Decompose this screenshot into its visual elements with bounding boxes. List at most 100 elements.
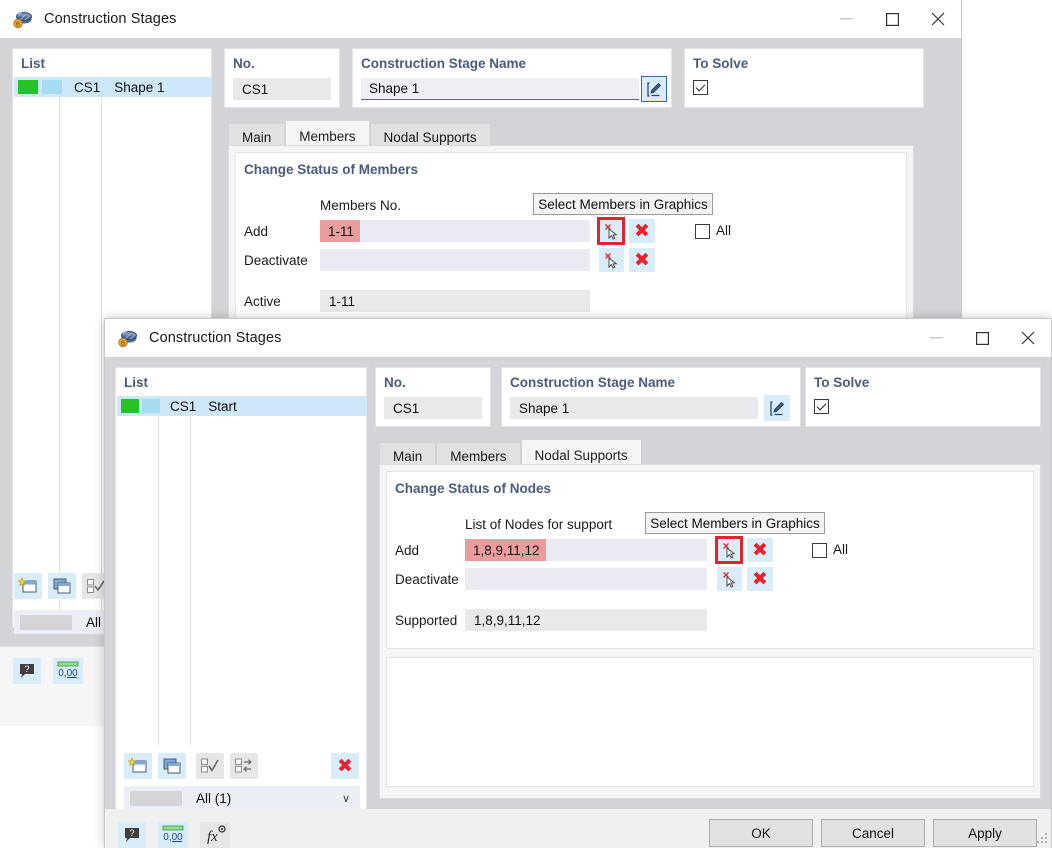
- back-section-title: Change Status of Members: [244, 162, 419, 177]
- front-result-field: 1,8,9,11,12: [465, 609, 707, 631]
- back-window-titlebar[interactable]: 6 Construction Stages: [0, 0, 961, 38]
- front-to-solve-label: To Solve: [814, 375, 870, 390]
- front-add-pick-button[interactable]: [715, 536, 743, 564]
- back-add-label: Add: [244, 224, 269, 239]
- back-result-field: 1-11: [320, 290, 590, 312]
- back-maximize-button[interactable]: [869, 1, 915, 38]
- front-minimize-button[interactable]: [913, 320, 959, 357]
- front-help-button[interactable]: ?: [118, 822, 146, 848]
- front-add-input[interactable]: 1,8,9,11,12: [465, 539, 707, 561]
- back-column-header: Members No.: [320, 198, 402, 213]
- front-no-label: No.: [384, 375, 406, 390]
- front-invert-selection-button[interactable]: [230, 753, 258, 779]
- front-maximize-button[interactable]: [959, 320, 1005, 357]
- back-add-pick-button[interactable]: [597, 217, 625, 245]
- back-to-solve-label: To Solve: [693, 56, 749, 71]
- row-color-swatch-green: [121, 399, 139, 413]
- back-add-value: 1-11: [320, 220, 361, 242]
- back-list-divider-1: [59, 76, 60, 629]
- back-add-clear-button[interactable]: ✖: [629, 219, 655, 243]
- back-list-divider-2: [101, 76, 102, 629]
- back-deactivate-label: Deactivate: [244, 253, 308, 268]
- back-decimal-places-button[interactable]: 0,00: [53, 658, 83, 684]
- front-select-all-button[interactable]: [196, 753, 224, 779]
- back-no-panel: No. CS1: [224, 48, 340, 108]
- front-stage-name-input[interactable]: Shape 1: [510, 397, 758, 419]
- front-select-in-graphics-button[interactable]: Select Members in Graphics: [645, 512, 825, 534]
- resize-grip[interactable]: [1037, 833, 1047, 843]
- back-copy-stage-button[interactable]: [48, 573, 76, 599]
- back-add-input[interactable]: 1-11: [320, 220, 590, 242]
- back-list-header: List: [21, 56, 46, 71]
- svg-text:6: 6: [16, 22, 20, 29]
- front-deactivate-input[interactable]: [465, 568, 707, 590]
- front-add-clear-button[interactable]: ✖: [747, 538, 773, 562]
- front-filter-swatch: [130, 790, 182, 806]
- front-close-button[interactable]: [1005, 320, 1051, 357]
- back-deactivate-clear-button[interactable]: ✖: [629, 248, 655, 272]
- front-list-header: List: [124, 375, 149, 390]
- delete-icon: ✖: [752, 567, 768, 590]
- back-select-in-graphics-button[interactable]: Select Members in Graphics: [533, 193, 713, 215]
- row-color-swatch-blue: [42, 80, 62, 94]
- back-list-row[interactable]: CS1 Shape 1: [14, 77, 212, 97]
- row-color-swatch-blue: [142, 399, 160, 413]
- back-no-field[interactable]: CS1: [233, 78, 331, 100]
- ok-button[interactable]: OK: [709, 819, 813, 847]
- front-list-row-name: Start: [208, 398, 237, 414]
- delete-icon: ✖: [634, 248, 650, 271]
- front-deactivate-label: Deactivate: [395, 572, 459, 587]
- back-help-button[interactable]: ?: [13, 658, 41, 684]
- front-to-solve-checkbox[interactable]: [814, 399, 829, 414]
- back-deactivate-input[interactable]: [320, 249, 590, 271]
- back-close-button[interactable]: [915, 1, 961, 38]
- front-deactivate-clear-button[interactable]: ✖: [747, 567, 773, 591]
- apply-button[interactable]: Apply: [933, 819, 1037, 847]
- back-new-stage-button[interactable]: [14, 573, 42, 599]
- svg-text:fx: fx: [207, 829, 218, 845]
- front-new-stage-button[interactable]: [124, 753, 152, 779]
- front-decimal-places-button[interactable]: 0,00: [158, 822, 188, 848]
- chevron-down-icon: ∨: [341, 792, 350, 805]
- back-list-row-name: Shape 1: [114, 79, 165, 95]
- front-stage-name-panel: Construction Stage Name Shape 1: [501, 367, 801, 427]
- svg-text:?: ?: [24, 664, 29, 674]
- screen: 6 Construction Stages List CS1 Shape 1 N…: [0, 0, 1052, 848]
- front-filter-value: All (1): [196, 790, 232, 806]
- front-change-status-group: Change Status of Nodes List of Nodes for…: [386, 471, 1034, 649]
- front-filter-combo[interactable]: All (1) ∨: [124, 786, 360, 810]
- delete-icon: ✖: [634, 219, 650, 242]
- front-window-title: Construction Stages: [149, 330, 282, 346]
- front-no-field[interactable]: CS1: [384, 397, 482, 419]
- front-to-solve-panel: To Solve: [805, 367, 1041, 427]
- delete-icon: ✖: [752, 538, 768, 561]
- cancel-button[interactable]: Cancel: [821, 819, 925, 847]
- front-copy-stage-button[interactable]: [158, 753, 186, 779]
- back-stage-name-input[interactable]: Shape 1: [361, 78, 639, 100]
- svg-text:?: ?: [129, 828, 134, 838]
- front-formula-button[interactable]: fx: [200, 822, 230, 848]
- back-deactivate-pick-button[interactable]: [599, 248, 624, 272]
- front-column-header: List of Nodes for support: [465, 517, 613, 532]
- svg-text:6: 6: [121, 341, 125, 348]
- back-minimize-button[interactable]: [823, 1, 869, 38]
- back-all-checkbox[interactable]: [695, 224, 710, 239]
- back-list-row-no: CS1: [74, 79, 101, 95]
- front-list-divider-2: [190, 395, 191, 745]
- back-all-label: All: [716, 223, 732, 238]
- front-window-titlebar[interactable]: 6 Construction Stages: [105, 319, 1051, 357]
- front-all-checkbox[interactable]: [812, 543, 827, 558]
- back-to-solve-checkbox[interactable]: [693, 80, 708, 95]
- back-filter-swatch: [20, 614, 72, 630]
- front-list-row[interactable]: CS1 Start: [117, 396, 367, 416]
- front-deactivate-pick-button[interactable]: [717, 567, 742, 591]
- edit-pen-icon[interactable]: [641, 76, 667, 102]
- front-delete-stage-button[interactable]: ✖: [331, 753, 359, 779]
- back-no-label: No.: [233, 56, 255, 71]
- edit-pen-icon[interactable]: [764, 395, 790, 421]
- front-add-label: Add: [395, 543, 420, 558]
- back-result-label: Active: [244, 294, 281, 309]
- row-color-swatch-green: [18, 80, 38, 94]
- front-construction-stages-window[interactable]: 6 Construction Stages List CS1 Start ✖ A…: [104, 318, 1052, 848]
- delete-icon: ✖: [337, 754, 353, 777]
